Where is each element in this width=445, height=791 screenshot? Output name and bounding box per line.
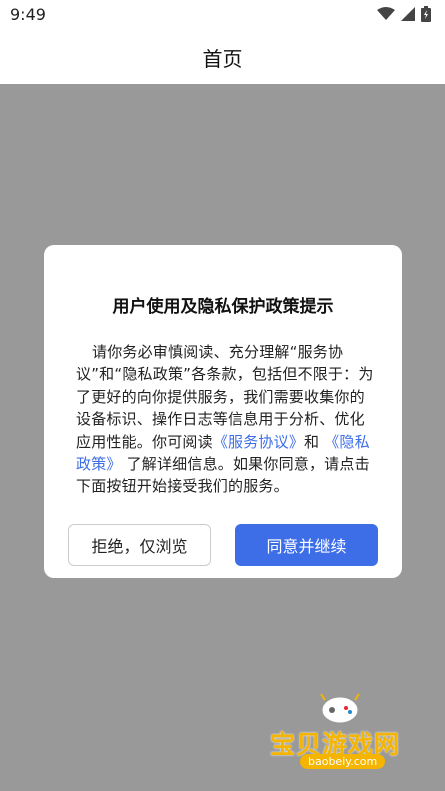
service-agreement-link[interactable]: 《服务协议》 (213, 433, 304, 451)
status-time: 9:49 (10, 5, 46, 24)
watermark-logo: 宝贝游戏网 baobeiy.com (270, 690, 430, 785)
status-icons (377, 6, 431, 22)
body-text-and: 和 (304, 432, 320, 451)
dialog-title: 用户使用及隐私保护政策提示 (112, 297, 334, 317)
signal-icon (401, 7, 415, 21)
agree-button[interactable]: 同意并继续 (235, 524, 378, 566)
privacy-dialog: 用户使用及隐私保护政策提示 请你务必审慎阅读、充分理解“服务协议”和“隐私政策”… (44, 245, 402, 578)
page-title: 首页 (202, 46, 243, 71)
app-bar: 首页 (0, 30, 445, 84)
reject-button[interactable]: 拒绝，仅浏览 (68, 524, 211, 566)
gamepad-mascot-icon (320, 693, 360, 724)
dialog-body: 请你务必审慎阅读、充分理解“服务协议”和“隐私政策”各条款，包括但不限于：为了更… (76, 341, 376, 498)
watermark-url: baobeiy.com (300, 754, 386, 769)
wifi-icon (377, 7, 395, 20)
status-bar: 9:49 (0, 0, 445, 30)
battery-icon (421, 6, 431, 22)
